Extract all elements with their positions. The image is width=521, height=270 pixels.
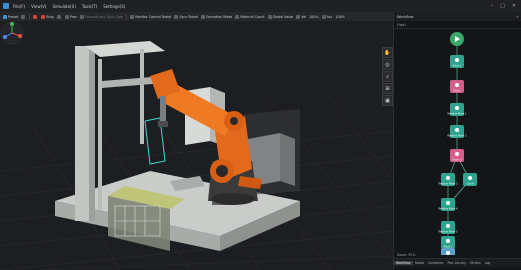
record-icon xyxy=(33,14,38,19)
count-icon xyxy=(468,176,472,180)
frame-pillar xyxy=(75,46,89,221)
menu-icon xyxy=(21,14,26,19)
operation-mode-button[interactable]: Operation Mode xyxy=(200,14,232,19)
velocity-control[interactable]: Vel xyxy=(296,14,306,19)
global-value-button[interactable]: Global Value xyxy=(267,14,293,19)
menu-simulate[interactable]: Simulate(S) xyxy=(52,4,75,9)
tab-robot[interactable]: Robot xyxy=(413,261,426,265)
tab-others[interactable]: Others xyxy=(468,261,483,265)
3d-viewport[interactable]: ✋ ◎ ⌕ ⊞ ▣ ? xyxy=(0,21,393,270)
fit-view-icon[interactable]: ⊞ xyxy=(382,83,393,94)
move-icon xyxy=(455,106,459,110)
tab-workflow[interactable]: Workflow xyxy=(394,261,413,265)
flow-node-move[interactable]: Move 2 xyxy=(441,236,455,249)
menu-tools[interactable]: Tools(T) xyxy=(82,4,97,9)
zoom-readout: Zoom: 95% xyxy=(397,253,416,257)
flow-node-move[interactable]: Relative Move 5 xyxy=(438,221,458,234)
zoom-icon[interactable]: ⌕ xyxy=(382,71,393,82)
maximize-button[interactable]: □ xyxy=(500,3,505,9)
flow-node-move[interactable]: Relative Move 1 xyxy=(447,103,467,116)
global-icon xyxy=(267,14,272,19)
step-button[interactable]: Forward and Tools Step xyxy=(79,14,123,19)
menu-bar: File(F) View(V) Simulate(S) Tools(T) Set… xyxy=(0,0,521,12)
stop-icon xyxy=(41,14,46,19)
flow-node-move[interactable]: Relative Move 4 xyxy=(438,198,458,211)
flow-node-vision[interactable]: Vision 2 xyxy=(450,149,464,162)
tab-container[interactable]: Container xyxy=(426,261,446,265)
pan-icon[interactable]: ✋ xyxy=(382,47,393,58)
acceleration-value[interactable]: 100% xyxy=(335,15,344,19)
preset-icon xyxy=(3,14,7,19)
close-icon[interactable]: ✕ xyxy=(516,15,519,19)
app-logo-icon xyxy=(3,3,9,9)
flow-node-label: Vision 2 xyxy=(452,159,462,162)
monitor-icon xyxy=(130,14,135,19)
close-button[interactable]: ✕ xyxy=(512,3,516,9)
flow-node-label: Relative Move 2 xyxy=(447,135,467,138)
move-icon xyxy=(446,201,450,205)
flow-node-count[interactable]: Count xyxy=(463,173,477,186)
menu-toggle-button[interactable] xyxy=(21,14,26,19)
sync-icon xyxy=(174,14,179,19)
toolbar-divider xyxy=(126,13,128,20)
move-icon xyxy=(455,128,459,132)
flow-node-move[interactable]: Relative Move 2 xyxy=(447,125,467,138)
velocity-icon xyxy=(296,14,301,19)
orientation-gizmo[interactable] xyxy=(0,21,24,45)
flow-node-label: Relative Move 5 xyxy=(438,231,458,234)
vision-icon xyxy=(455,83,459,87)
step-icon xyxy=(79,14,84,19)
flow-name[interactable]: Flow1 xyxy=(394,21,521,29)
flow-node-move[interactable]: Relative Move 3 xyxy=(438,173,458,186)
velocity-value[interactable]: 100% xyxy=(309,15,318,19)
flow-node-label: Vision xyxy=(453,90,461,93)
flow-node-label: Move 1 xyxy=(453,65,462,68)
end-icon xyxy=(446,251,450,255)
flow-node-start[interactable] xyxy=(450,32,464,46)
toolbar-divider xyxy=(29,13,31,20)
flow-node-end[interactable]: End xyxy=(441,248,455,255)
material-count-button[interactable]: Material Count xyxy=(235,14,265,19)
monitor-control-robot-button[interactable]: Monitor Control Robot xyxy=(130,14,171,19)
play-icon xyxy=(56,14,61,19)
flow-node-label: Relative Move 4 xyxy=(438,208,458,211)
stop-button[interactable]: Stop xyxy=(41,14,54,19)
tab-part-library[interactable]: Part Library xyxy=(445,261,467,265)
move-icon xyxy=(446,176,450,180)
menu-settings[interactable]: Settings(S) xyxy=(103,4,125,9)
panel-title: Workflow xyxy=(397,14,414,19)
minimize-button[interactable]: – xyxy=(491,3,494,9)
viewport-toolbar: ✋ ◎ ⌕ ⊞ ▣ xyxy=(382,47,393,106)
move-icon xyxy=(446,224,450,228)
view-mode-icon[interactable]: ▣ xyxy=(382,95,393,106)
acceleration-icon xyxy=(321,14,326,19)
flow-canvas[interactable]: Move 1 Vision Relative Move 1 Relative Move… xyxy=(394,29,521,255)
flow-node-label: Count xyxy=(466,183,473,186)
scene-render xyxy=(0,41,393,270)
orbit-icon[interactable]: ◎ xyxy=(382,59,393,70)
flow-node-vision[interactable]: Vision xyxy=(450,80,464,93)
flow-node-label: Relative Move 3 xyxy=(438,183,458,186)
record-button[interactable] xyxy=(33,14,38,19)
tab-log[interactable]: Log xyxy=(483,261,493,265)
mode-icon xyxy=(200,14,205,19)
preset-button[interactable]: Preset xyxy=(3,14,18,19)
panel-header: Workflow ✕ xyxy=(394,12,521,21)
flow-node-label: Relative Move 1 xyxy=(447,113,467,116)
prev-button[interactable]: Prev xyxy=(64,14,77,19)
acceleration-control[interactable]: Acc xyxy=(321,14,332,19)
move-icon xyxy=(446,239,450,243)
sync-robot-button[interactable]: Sync Robot xyxy=(174,14,198,19)
flow-node-move[interactable]: Move 1 xyxy=(450,55,464,68)
flow-graph: Move 1 Vision Relative Move 1 Relative Move… xyxy=(438,32,477,255)
vision-icon xyxy=(455,152,459,156)
play-button[interactable] xyxy=(56,14,62,19)
prev-icon xyxy=(64,14,69,19)
move-icon xyxy=(455,58,459,62)
count-icon xyxy=(235,14,240,19)
menu-file[interactable]: File(F) xyxy=(13,4,25,9)
panel-tabs: Workflow Robot Container Part Library Ot… xyxy=(394,258,521,267)
menu-view[interactable]: View(V) xyxy=(31,4,46,9)
workflow-panel: Workflow ✕ Flow1 Move 1 Vision Relative Mo… xyxy=(393,12,521,270)
